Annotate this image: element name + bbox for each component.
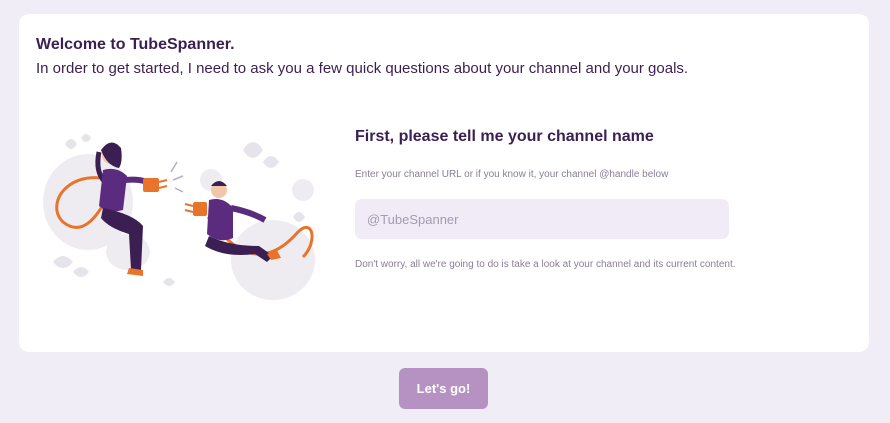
welcome-subtitle: In order to get started, I need to ask y… <box>36 60 689 77</box>
welcome-title: Welcome to TubeSpanner. <box>36 36 235 53</box>
form-note: Don't worry, all we're going to do is ta… <box>355 259 736 270</box>
form-title: First, please tell me your channel name <box>355 128 654 145</box>
people-plug-connection-illustration <box>33 122 333 300</box>
channel-name-input[interactable] <box>355 199 729 239</box>
lets-go-button[interactable]: Let's go! <box>399 368 488 409</box>
form-hint: Enter your channel URL or if you know it… <box>355 169 669 180</box>
onboarding-card: Welcome to TubeSpanner. In order to get … <box>19 14 869 352</box>
